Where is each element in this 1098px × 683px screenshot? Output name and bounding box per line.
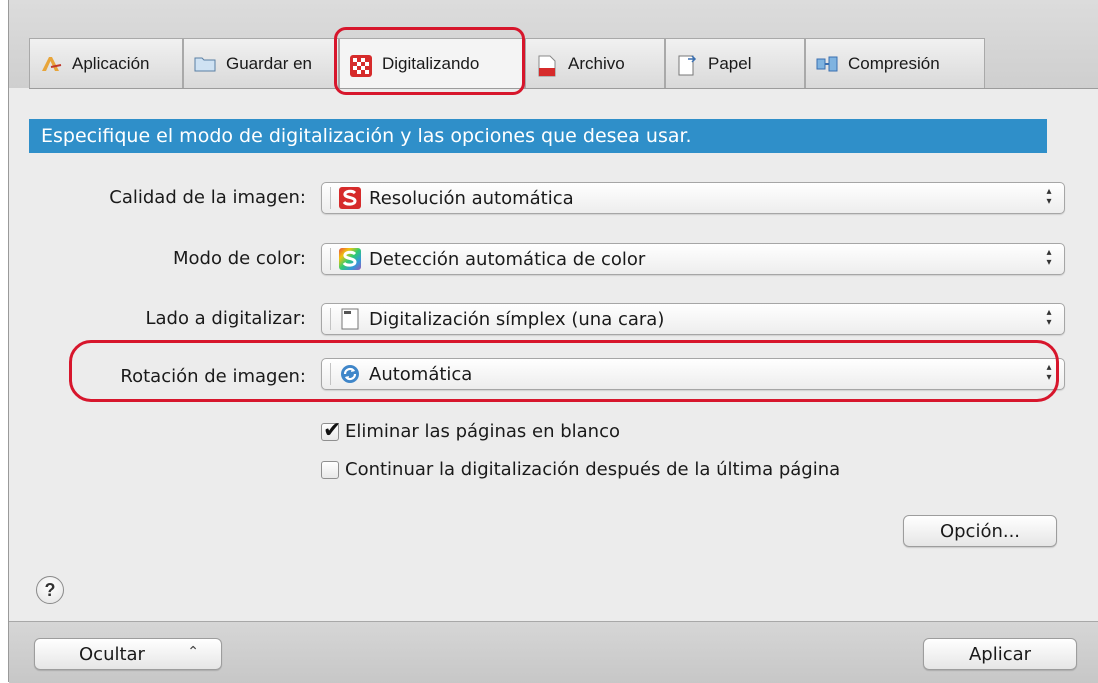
checkmark-icon: ✔ xyxy=(323,417,342,443)
tab-papel[interactable]: Papel xyxy=(665,38,805,88)
rotate-arrows-icon xyxy=(339,363,361,385)
application-pen-icon xyxy=(40,55,62,73)
tab-guardar-en[interactable]: Guardar en xyxy=(183,38,339,88)
hide-button-label: Ocultar xyxy=(79,643,145,665)
scanning-checker-icon xyxy=(350,55,372,77)
tab-label: Archivo xyxy=(568,53,625,73)
select-divider xyxy=(330,187,331,209)
option-button[interactable]: Opción... xyxy=(903,515,1057,547)
select-arrows-icon: ▴ ▾ xyxy=(1046,186,1052,207)
select-divider xyxy=(330,248,331,270)
continue-scanning-label: Continuar la digitalización después de l… xyxy=(345,459,841,480)
help-button[interactable]: ? xyxy=(36,576,64,604)
compression-icon xyxy=(816,55,838,73)
hide-button[interactable]: Ocultar ⌃ xyxy=(34,638,222,670)
paper-icon xyxy=(676,54,698,75)
color-mode-label: Modo de color: xyxy=(173,248,306,269)
color-mode-select[interactable]: Detección automática de color ▴ ▾ xyxy=(321,243,1065,275)
select-divider xyxy=(330,363,331,385)
folder-icon xyxy=(194,55,216,73)
tab-archivo[interactable]: Archivo xyxy=(525,38,665,88)
tab-aplicacion[interactable]: Aplicación xyxy=(29,38,183,88)
scan-side-select[interactable]: Digitalización símplex (una cara) ▴ ▾ xyxy=(321,303,1065,335)
select-arrows-icon: ▴ ▾ xyxy=(1046,307,1052,328)
scan-side-value: Digitalización símplex (una cara) xyxy=(369,308,665,330)
tab-digitalizando[interactable]: Digitalizando xyxy=(339,38,525,89)
select-divider xyxy=(330,308,331,330)
tab-label: Aplicación xyxy=(72,53,150,73)
tab-label: Digitalizando xyxy=(382,54,480,73)
file-pdf-icon xyxy=(536,55,558,76)
tab-compresion[interactable]: Compresión xyxy=(805,38,985,88)
preferences-window: Aplicación Guardar en Digitalizando Arch… xyxy=(8,0,1098,683)
continue-scanning-checkbox[interactable]: Continuar la digitalización después de l… xyxy=(321,459,840,480)
scan-side-label: Lado a digitalizar: xyxy=(145,308,306,329)
tab-label: Papel xyxy=(708,53,752,73)
simplex-page-icon xyxy=(339,308,361,330)
remove-blank-pages-label: Eliminar las páginas en blanco xyxy=(345,421,621,442)
rotation-select[interactable]: Automática ▴ ▾ xyxy=(321,358,1065,390)
auto-resolution-icon xyxy=(339,187,361,209)
color-mode-value: Detección automática de color xyxy=(369,248,646,270)
image-quality-select[interactable]: Resolución automática ▴ ▾ xyxy=(321,182,1065,214)
rotation-value: Automática xyxy=(369,363,473,385)
tab-label: Guardar en xyxy=(226,53,312,73)
select-arrows-icon: ▴ ▾ xyxy=(1046,362,1052,383)
apply-button[interactable]: Aplicar xyxy=(923,638,1077,670)
select-arrows-icon: ▴ ▾ xyxy=(1046,247,1052,268)
image-quality-value: Resolución automática xyxy=(369,187,574,209)
tab-label: Compresión xyxy=(848,53,940,73)
image-quality-label: Calidad de la imagen: xyxy=(109,187,306,208)
chevron-up-icon: ⌃ xyxy=(187,644,199,660)
rotation-label: Rotación de imagen: xyxy=(120,366,306,387)
remove-blank-pages-checkbox[interactable]: ✔ Eliminar las páginas en blanco xyxy=(321,418,621,443)
instruction-banner: Especifique el modo de digitalización y … xyxy=(29,119,1047,153)
checkbox-box[interactable]: ✔ xyxy=(321,418,341,443)
checkbox-box[interactable] xyxy=(321,460,339,479)
auto-color-icon xyxy=(339,248,361,270)
